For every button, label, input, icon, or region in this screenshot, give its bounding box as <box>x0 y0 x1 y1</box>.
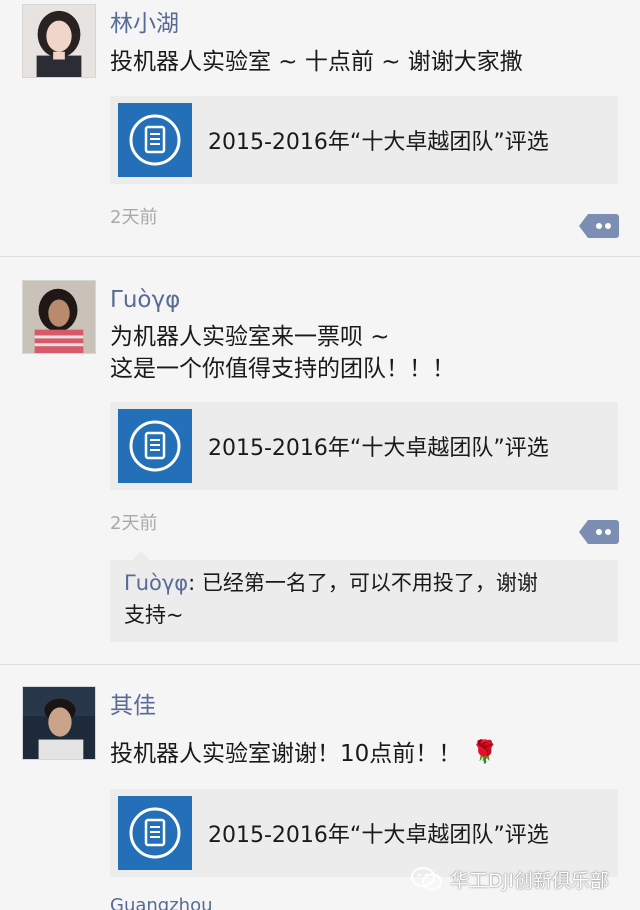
post-text-line-2: 这是一个你值得支持的团队！！！ <box>110 356 455 382</box>
username[interactable]: Γuòγφ <box>110 285 180 315</box>
comment-body-line-1: 已经第一名了，可以不用投了，谢谢 <box>201 571 538 595</box>
document-icon <box>118 103 192 177</box>
avatar-user-2[interactable] <box>22 280 96 354</box>
reply-box-arrow <box>132 551 150 560</box>
link-card[interactable]: 2015-2016年“十大卓越团队”评选 <box>110 789 618 877</box>
link-card[interactable]: 2015-2016年“十大卓越团队”评选 <box>110 402 618 490</box>
document-icon <box>118 796 192 870</box>
comment-author[interactable]: Γuòγφ <box>124 571 188 595</box>
link-card-title: 2015-2016年“十大卓越团队”评选 <box>208 823 549 848</box>
username[interactable]: 其佳 <box>110 691 156 721</box>
avatar-user-1[interactable] <box>22 4 96 78</box>
post-text-line-1: 为机器人实验室来一票呗 ~ <box>110 324 390 350</box>
post-text: 投机器人实验室 ~ 十点前 ~ 谢谢大家撒 <box>110 49 523 75</box>
avatar-user-3[interactable] <box>22 686 96 760</box>
moments-feed: 林小湖 投机器人实验室 ~ 十点前 ~ 谢谢大家撒 2015-2016年“十大卓… <box>0 0 640 910</box>
comment-icon[interactable] <box>578 212 620 240</box>
divider <box>0 664 640 665</box>
comment-separator: : <box>188 571 202 595</box>
wechat-icon <box>411 867 442 891</box>
link-card-title: 2015-2016年“十大卓越团队”评选 <box>208 130 549 155</box>
timestamp: 2天前 <box>110 207 158 228</box>
timestamp: 2天前 <box>110 513 158 534</box>
post-text: 投机器人实验室谢谢！10点前！！ 🌹 <box>110 736 499 771</box>
comment-text: Γuòγφ: 已经第一名了，可以不用投了，谢谢 支持~ <box>124 567 612 631</box>
comment-body-line-2: 支持~ <box>124 603 184 627</box>
watermark: 华工DJI创新俱乐部 <box>410 866 609 892</box>
comment-reply-box[interactable]: Γuòγφ: 已经第一名了，可以不用投了，谢谢 支持~ <box>110 551 618 642</box>
username[interactable]: 林小湖 <box>110 9 179 39</box>
location-link[interactable]: Guangzhou <box>110 894 213 910</box>
post-text-body: 投机器人实验室谢谢！10点前！！ <box>110 741 462 767</box>
document-icon <box>118 409 192 483</box>
link-card[interactable]: 2015-2016年“十大卓越团队”评选 <box>110 96 618 184</box>
link-card-title: 2015-2016年“十大卓越团队”评选 <box>208 436 549 461</box>
divider <box>0 256 640 257</box>
comment-icon[interactable] <box>578 518 620 546</box>
watermark-text: 华工DJI创新俱乐部 <box>450 869 609 892</box>
rose-emoji: 🌹 <box>471 740 499 765</box>
